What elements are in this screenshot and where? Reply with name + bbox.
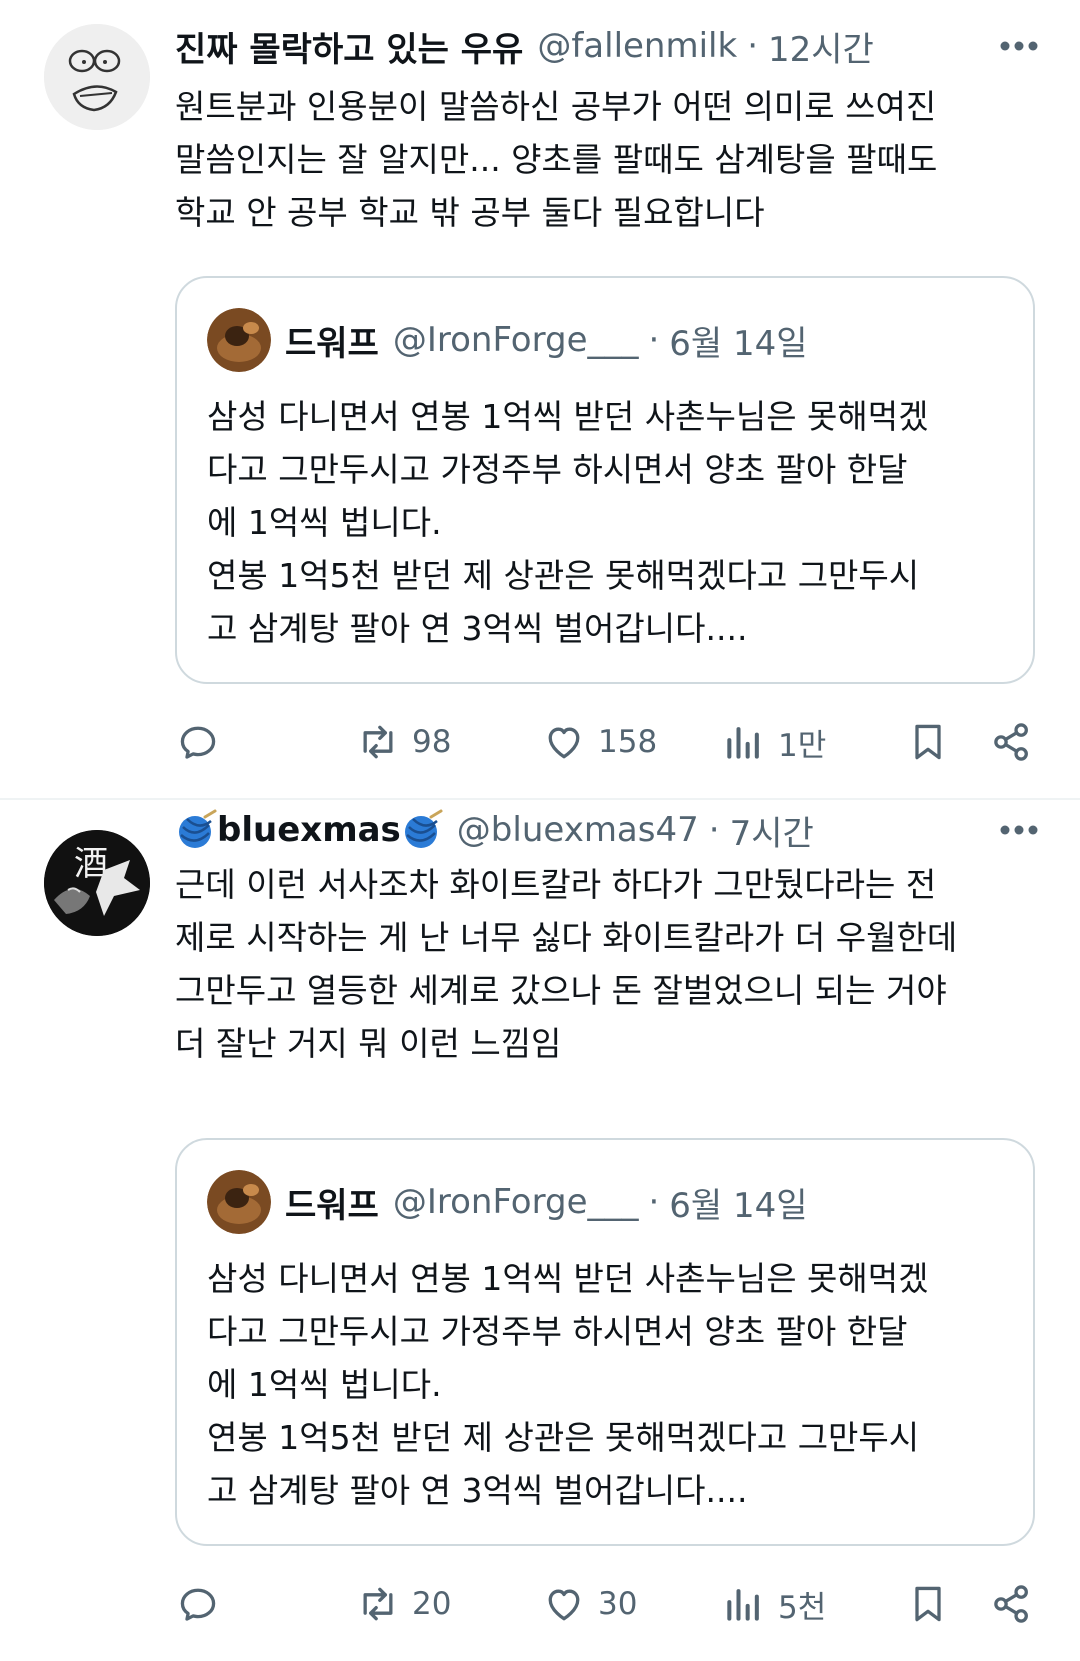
reply-button[interactable] bbox=[176, 712, 220, 772]
yarn-ball-icon bbox=[179, 809, 217, 848]
tweet-text-line: 근데 이런 서사조차 화이트칼라 하다가 그만뒀다라는 전 bbox=[175, 865, 937, 904]
quote-timestamp: 6월 14일 bbox=[669, 323, 808, 364]
tweet-text: 근데 이런 서사조차 화이트칼라 하다가 그만뒀다라는 전 제로 시작하는 게 … bbox=[175, 858, 1035, 1070]
quote-text-line: 다고 그만두시고 가정주부 하시면서 양초 팔아 한달 bbox=[207, 1312, 908, 1351]
quote-text: 삼성 다니면서 연봉 1억씩 받던 사촌누님은 못해먹겠 다고 그만두시고 가정… bbox=[207, 1252, 1007, 1517]
views-button[interactable]: 1만 bbox=[722, 712, 826, 772]
tweet-text-line: 원트분과 인용분이 말씀하신 공부가 어떤 의미로 쓰여진 bbox=[175, 87, 937, 126]
action-bar: 98 158 1만 bbox=[0, 712, 1080, 772]
quote-text: 삼성 다니면서 연봉 1억씩 받던 사촌누님은 못해먹겠 다고 그만두시고 가정… bbox=[207, 390, 1007, 655]
timestamp[interactable]: 12시간 bbox=[768, 22, 874, 71]
views-icon bbox=[727, 727, 759, 759]
quote-display-name[interactable]: 드워프 bbox=[285, 1178, 379, 1227]
reply-icon bbox=[180, 1588, 216, 1621]
view-count: 1만 bbox=[778, 727, 827, 764]
tweet-text-line: 말씀인지는 잘 알지만... 양초를 팔때도 삼계탕을 팔때도 bbox=[175, 140, 938, 179]
brown-photo-avatar-image bbox=[207, 1170, 271, 1234]
quote-text-line: 연봉 1억5천 받던 제 상관은 못해먹겠다고 그만두시 bbox=[207, 556, 920, 595]
heart-icon bbox=[548, 727, 580, 759]
retweet-count: 98 bbox=[412, 724, 452, 760]
quote-user-handle[interactable]: @IronForge___ bbox=[393, 1182, 639, 1222]
quoted-tweet[interactable]: 드워프 @IronForge___ · 6월 14일 삼성 다니면서 연봉 1억… bbox=[175, 1138, 1035, 1546]
reply-icon bbox=[180, 726, 216, 759]
avatar[interactable]: 酒 bbox=[44, 830, 150, 936]
retweet-icon bbox=[363, 1587, 393, 1621]
avatar[interactable] bbox=[44, 24, 150, 130]
quoted-tweet[interactable]: 드워프 @IronForge___ · 6월 14일 삼성 다니면서 연봉 1억… bbox=[175, 276, 1035, 684]
quote-avatar[interactable] bbox=[207, 1170, 271, 1234]
separator-dot: · bbox=[648, 320, 660, 360]
separator-dot: · bbox=[708, 810, 720, 850]
quote-user-handle[interactable]: @IronForge___ bbox=[393, 320, 639, 360]
quote-header: 드워프 @IronForge___ · 6월 14일 bbox=[285, 1172, 808, 1232]
quote-text-line: 연봉 1억5천 받던 제 상관은 못해먹겠다고 그만두시 bbox=[207, 1418, 920, 1457]
quote-text-line: 에 1억씩 법니다. bbox=[207, 503, 442, 542]
share-button[interactable] bbox=[990, 712, 1034, 772]
tweet-text-line: 더 잘난 거지 뭐 이런 느낌임 bbox=[175, 1024, 562, 1063]
tweet-text-line: 학교 안 공부 학교 밖 공부 둘다 필요합니다 bbox=[175, 193, 765, 232]
yarn-ball-icon bbox=[404, 809, 443, 848]
ellipsis-icon bbox=[1000, 825, 1038, 835]
tweet-header: 진짜 몰락하고 있는 우유 @fallenmilk · 12시간 bbox=[175, 18, 1060, 74]
ink-art-avatar-image: 酒 bbox=[44, 830, 150, 936]
retweet-button[interactable]: 98 bbox=[356, 712, 451, 772]
display-name[interactable]: bluexmas bbox=[217, 810, 401, 850]
ellipsis-icon bbox=[1000, 41, 1038, 51]
separator-dot: · bbox=[648, 1182, 660, 1222]
quote-text-line: 삼성 다니면서 연봉 1억씩 받던 사촌누님은 못해먹겠 bbox=[207, 397, 929, 436]
cartoon-face-avatar-image bbox=[44, 24, 150, 130]
heart-icon bbox=[548, 1589, 580, 1621]
share-icon bbox=[994, 1585, 1028, 1623]
more-options-button[interactable] bbox=[994, 802, 1044, 858]
user-handle[interactable]: @fallenmilk bbox=[537, 26, 737, 66]
bookmark-button[interactable] bbox=[906, 712, 950, 772]
display-name[interactable]: 진짜 몰락하고 있는 우유 bbox=[175, 22, 523, 71]
views-icon bbox=[727, 1589, 759, 1621]
action-bar: 20 30 5천 bbox=[0, 1574, 1080, 1634]
retweet-icon bbox=[363, 725, 393, 759]
brown-photo-avatar-image bbox=[207, 308, 271, 372]
like-button[interactable]: 30 bbox=[542, 1574, 637, 1634]
quote-header: 드워프 @IronForge___ · 6월 14일 bbox=[285, 310, 808, 370]
retweet-button[interactable]: 20 bbox=[356, 1574, 451, 1634]
share-button[interactable] bbox=[990, 1574, 1034, 1634]
retweet-count: 20 bbox=[412, 1586, 452, 1622]
timestamp[interactable]: 7시간 bbox=[730, 806, 814, 855]
tweet-text-line: 제로 시작하는 게 난 너무 싫다 화이트칼라가 더 우월한데 bbox=[175, 918, 958, 957]
bookmark-icon bbox=[915, 724, 941, 760]
like-count: 158 bbox=[598, 724, 658, 760]
tweet-text: 원트분과 인용분이 말씀하신 공부가 어떤 의미로 쓰여진 말씀인지는 잘 알지… bbox=[175, 80, 1035, 239]
view-count: 5천 bbox=[778, 1589, 827, 1626]
quote-text-line: 고 삼계탕 팔아 연 3억씩 벌어갑니다.... bbox=[207, 1471, 748, 1510]
quote-text-line: 에 1억씩 법니다. bbox=[207, 1365, 442, 1404]
separator-dot: · bbox=[747, 26, 758, 66]
quote-avatar[interactable] bbox=[207, 308, 271, 372]
user-handle[interactable]: @bluexmas47 bbox=[457, 810, 699, 850]
tweet[interactable]: 酒 bluexmas @bluexmas47 · 7시간 근데 이런 서사조차 … bbox=[0, 808, 1080, 1661]
bookmark-button[interactable] bbox=[906, 1574, 950, 1634]
quote-text-line: 고 삼계탕 팔아 연 3억씩 벌어갑니다.... bbox=[207, 609, 748, 648]
quote-display-name[interactable]: 드워프 bbox=[285, 316, 379, 365]
like-count: 30 bbox=[598, 1586, 638, 1622]
quote-timestamp: 6월 14일 bbox=[669, 1185, 808, 1226]
bookmark-icon bbox=[915, 1586, 941, 1622]
like-button[interactable]: 158 bbox=[542, 712, 657, 772]
tweet-text-line: 그만두고 열등한 세계로 갔으나 돈 잘벌었으니 되는 거야 bbox=[175, 971, 947, 1010]
tweet[interactable]: 진짜 몰락하고 있는 우유 @fallenmilk · 12시간 원트분과 인용… bbox=[0, 0, 1080, 764]
more-options-button[interactable] bbox=[994, 18, 1044, 74]
quote-text-line: 다고 그만두시고 가정주부 하시면서 양초 팔아 한달 bbox=[207, 450, 908, 489]
tweet-header: bluexmas @bluexmas47 · 7시간 bbox=[175, 800, 1060, 860]
reply-button[interactable] bbox=[176, 1574, 220, 1634]
share-icon bbox=[994, 723, 1028, 761]
views-button[interactable]: 5천 bbox=[722, 1574, 826, 1634]
quote-text-line: 삼성 다니면서 연봉 1억씩 받던 사촌누님은 못해먹겠 bbox=[207, 1259, 929, 1298]
